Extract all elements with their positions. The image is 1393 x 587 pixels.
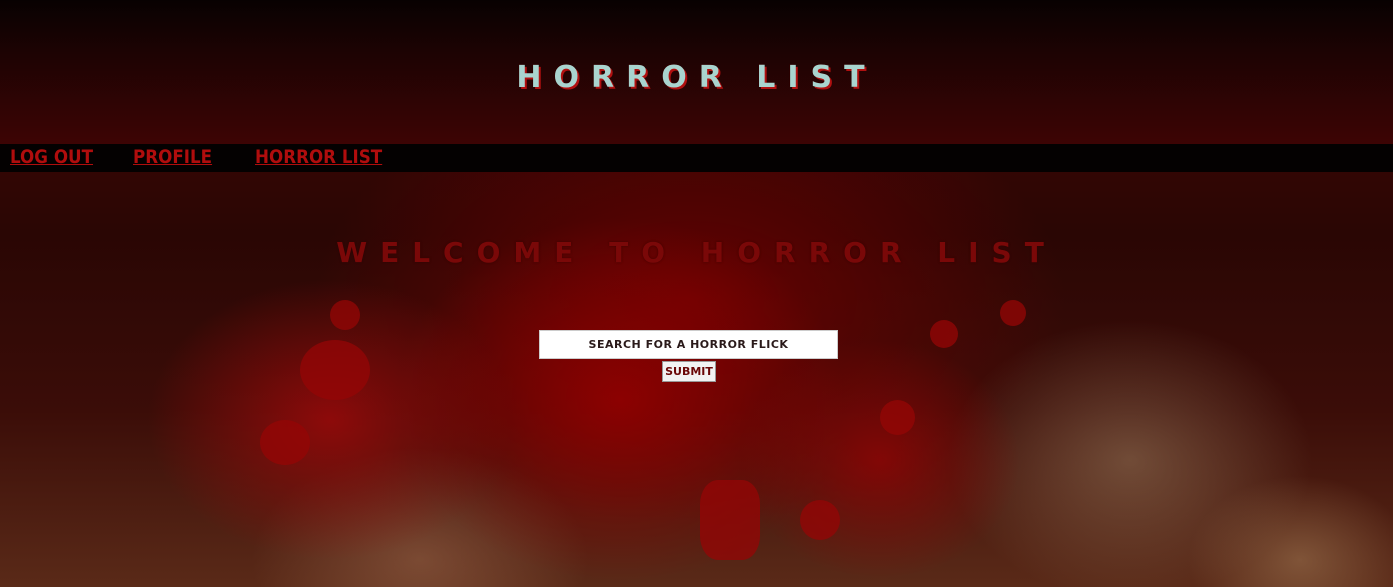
nav-link-profile[interactable]: PROFILE — [133, 146, 212, 168]
site-header: HORROR LIST — [0, 0, 1393, 144]
blood-splat — [300, 340, 370, 400]
blood-splat — [260, 420, 310, 465]
nav-link-logout[interactable]: LOG OUT — [10, 146, 93, 168]
blood-splat — [1000, 300, 1026, 326]
welcome-heading: WELCOME TO HORROR LIST — [336, 236, 1057, 269]
search-input[interactable] — [539, 330, 838, 359]
blood-splat — [800, 500, 840, 540]
site-title: HORROR LIST — [516, 60, 877, 95]
submit-button[interactable]: SUBMIT — [662, 361, 716, 382]
blood-splat — [700, 480, 760, 560]
blood-splat — [880, 400, 915, 435]
blood-splat — [330, 300, 360, 330]
nav-link-horror-list[interactable]: HORROR LIST — [255, 146, 382, 168]
navbar: LOG OUT PROFILE HORROR LIST — [0, 144, 1393, 172]
blood-splat — [930, 320, 958, 348]
